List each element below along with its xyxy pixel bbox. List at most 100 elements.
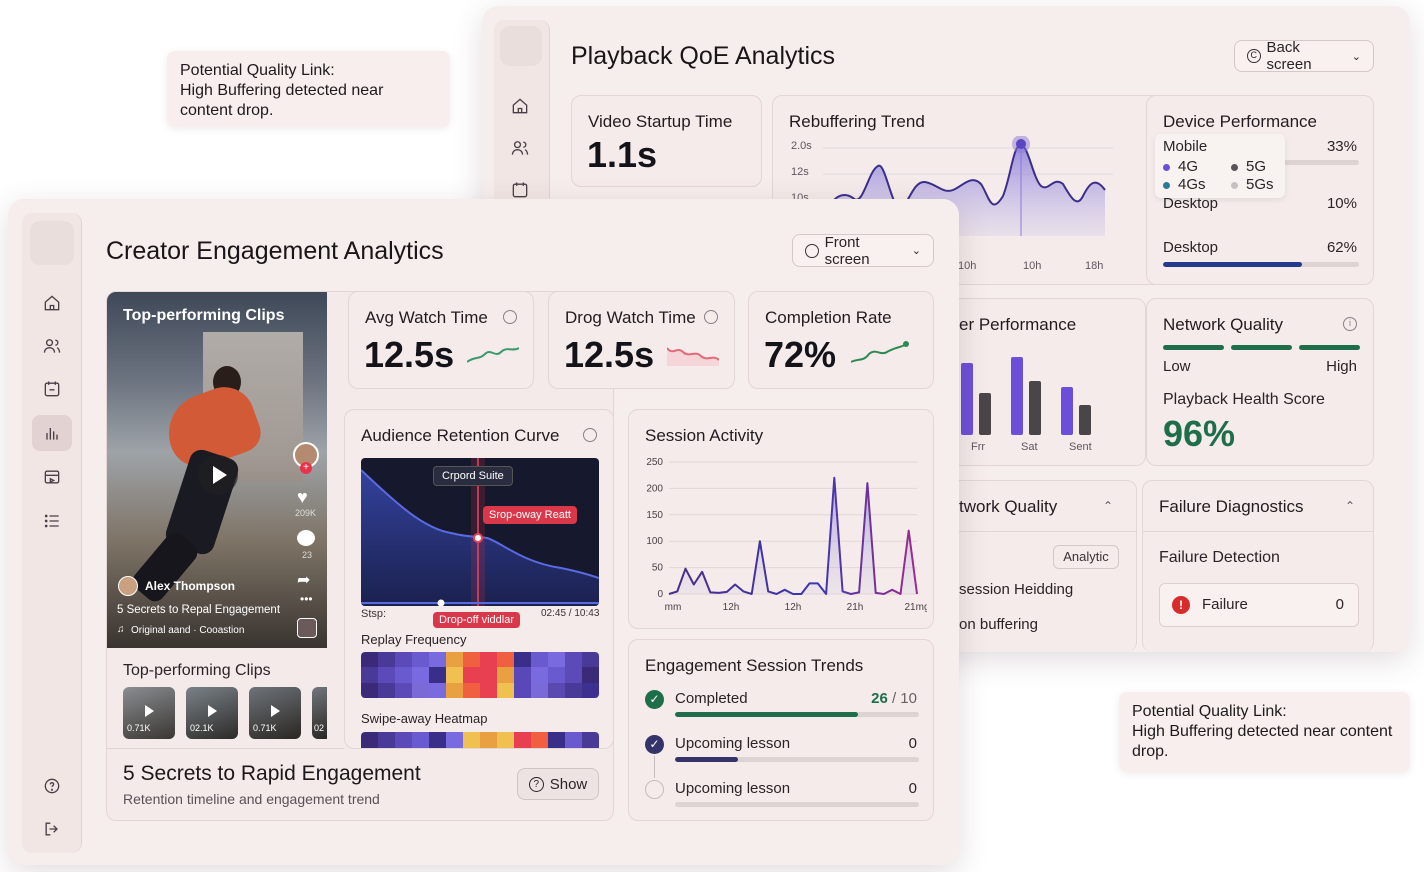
heatmap-cell bbox=[582, 667, 599, 683]
server-label: er Performance bbox=[959, 315, 1077, 334]
stat-value: 12.5s bbox=[564, 334, 655, 375]
check-circle-icon[interactable]: ✓ bbox=[645, 735, 664, 754]
author-avatar[interactable] bbox=[118, 576, 138, 596]
stat-label: Completion Rate bbox=[765, 308, 892, 327]
stat-card-drop-watch: Drog Watch Time 12.5s bbox=[548, 291, 735, 389]
heatmap-cell bbox=[582, 732, 599, 748]
heatmap-cell bbox=[565, 682, 582, 698]
clip-thumb[interactable]: 0.71K bbox=[249, 687, 301, 739]
stat-value: 72% bbox=[764, 334, 837, 375]
heatmap-cell bbox=[429, 682, 446, 698]
session-label: Session Activity bbox=[645, 426, 764, 445]
clip-sound[interactable]: Original aand · Cooastion bbox=[131, 625, 244, 636]
comment-icon[interactable] bbox=[297, 530, 315, 546]
home-icon[interactable] bbox=[500, 88, 540, 124]
retention-card: Audience Retention Curve Crpord Suite Sr… bbox=[344, 409, 614, 749]
heatmap-cell bbox=[463, 732, 480, 748]
follow-plus-icon[interactable]: + bbox=[300, 462, 312, 474]
y-tick-label: 150 bbox=[646, 510, 663, 521]
heatmap-cell bbox=[582, 682, 599, 698]
heatmap-cell bbox=[395, 682, 412, 698]
info-icon[interactable]: i bbox=[1343, 317, 1357, 331]
heatmap-cell bbox=[497, 732, 514, 748]
stat-label: Avg Watch Time bbox=[365, 308, 488, 327]
heatmap-cell bbox=[463, 667, 480, 683]
rebuf-xtick: 18h bbox=[1085, 260, 1104, 272]
play-icon[interactable] bbox=[198, 455, 238, 495]
trend-sparkline bbox=[467, 347, 519, 363]
engagement-bar-fill bbox=[675, 757, 739, 762]
clip-thumb[interactable]: 02.1K bbox=[186, 687, 238, 739]
retention-time: 02:45 / 10:43 bbox=[541, 608, 600, 619]
heatmap-cell bbox=[412, 652, 429, 668]
clock-icon[interactable] bbox=[583, 428, 597, 442]
share-icon[interactable]: ➦ bbox=[297, 570, 310, 590]
users-icon[interactable] bbox=[32, 328, 72, 364]
calendar-icon[interactable] bbox=[32, 371, 72, 407]
clock-icon[interactable] bbox=[704, 310, 718, 324]
heatmap-cell bbox=[412, 682, 429, 698]
back-logo bbox=[500, 26, 542, 66]
heatmap-cell bbox=[429, 652, 446, 668]
clip-views: 02.1K bbox=[190, 723, 214, 733]
device-row-pct: 62% bbox=[1326, 239, 1357, 256]
back-screen-button[interactable]: C Back screen ⌄ bbox=[1234, 39, 1374, 73]
chevron-up-icon[interactable]: ⌃ bbox=[1345, 499, 1355, 513]
legend-item: 4G bbox=[1163, 158, 1198, 175]
heatmap-cell bbox=[514, 682, 531, 698]
more-icon[interactable]: ••• bbox=[300, 592, 313, 606]
quality-callout-top: Potential Quality Link: High Buffering d… bbox=[167, 51, 450, 127]
heatmap-cell bbox=[497, 652, 514, 668]
device-row-pct: 33% bbox=[1326, 138, 1357, 155]
analytic-tag[interactable]: Analytic bbox=[1053, 545, 1119, 569]
check-circle-icon[interactable]: ✓ bbox=[645, 690, 664, 709]
network-low: Low bbox=[1163, 358, 1191, 375]
clip-caption: 5 Secrets to Repal Engagement bbox=[117, 604, 281, 616]
help-icon[interactable] bbox=[32, 768, 72, 804]
logout-icon[interactable] bbox=[32, 811, 72, 847]
heatmap-cell bbox=[548, 682, 565, 698]
chevron-down-icon: ⌄ bbox=[911, 245, 921, 257]
empty-circle-icon[interactable] bbox=[645, 780, 664, 799]
network-detail-label: twork Quality bbox=[959, 497, 1058, 516]
chevron-up-icon[interactable]: ⌃ bbox=[1103, 499, 1113, 513]
analytics-icon[interactable] bbox=[32, 415, 72, 451]
help-icon: ? bbox=[528, 776, 544, 792]
home-icon[interactable] bbox=[32, 285, 72, 321]
legend-item: 5Gs bbox=[1231, 176, 1274, 193]
author-name[interactable]: Alex Thompson bbox=[145, 579, 235, 593]
rebuffering-label: Rebuffering Trend bbox=[789, 112, 925, 131]
swipe-label: Swipe-away Heatmap bbox=[361, 711, 488, 726]
creator-engagement-panel: Creator Engagement Analytics Front scree… bbox=[8, 199, 959, 865]
clock-icon[interactable] bbox=[503, 310, 517, 324]
show-button[interactable]: ? Show bbox=[517, 768, 599, 800]
clip-thumb[interactable]: 0.71K bbox=[123, 687, 175, 739]
legend-dot-icon bbox=[1163, 163, 1170, 171]
users-icon[interactable] bbox=[500, 130, 540, 166]
callout-body: High Buffering detected near content dro… bbox=[1132, 723, 1393, 760]
failure-row[interactable]: ! Failure 0 bbox=[1159, 583, 1359, 627]
y-tick-label: 0 bbox=[657, 589, 663, 600]
sound-thumb[interactable] bbox=[297, 618, 317, 638]
session-area bbox=[669, 477, 917, 594]
media-icon[interactable] bbox=[32, 459, 72, 495]
x-tick-label: 12h bbox=[785, 602, 802, 613]
stat-card-completion: Completion Rate 72% bbox=[748, 291, 934, 389]
engagement-row-value: 0 bbox=[908, 780, 917, 797]
clips-list-label: Top-performing Clips bbox=[123, 662, 271, 679]
device-row-name: Desktop bbox=[1163, 239, 1219, 256]
heatmap-cell bbox=[565, 732, 582, 748]
heatmap-cell bbox=[480, 652, 497, 668]
startup-value: 1.1s bbox=[587, 134, 658, 175]
heatmap-cell bbox=[361, 667, 378, 683]
clip-video[interactable]: Top-performing Clips + ♥ 209K 23 ➦ ••• A… bbox=[107, 292, 327, 648]
heatmap-cell bbox=[497, 682, 514, 698]
dropoff-badge[interactable]: Drop-off viddlar bbox=[433, 612, 520, 628]
heart-icon[interactable]: ♥ bbox=[297, 487, 308, 508]
startup-label: Video Startup Time bbox=[588, 112, 733, 131]
list-icon[interactable] bbox=[32, 503, 72, 539]
front-screen-button[interactable]: Front screen ⌄ bbox=[792, 234, 934, 268]
replay-label: Replay Frequency bbox=[361, 632, 467, 647]
clip-thumb[interactable]: 02 bbox=[312, 687, 327, 739]
rebuf-xtick: 10h bbox=[958, 260, 977, 272]
